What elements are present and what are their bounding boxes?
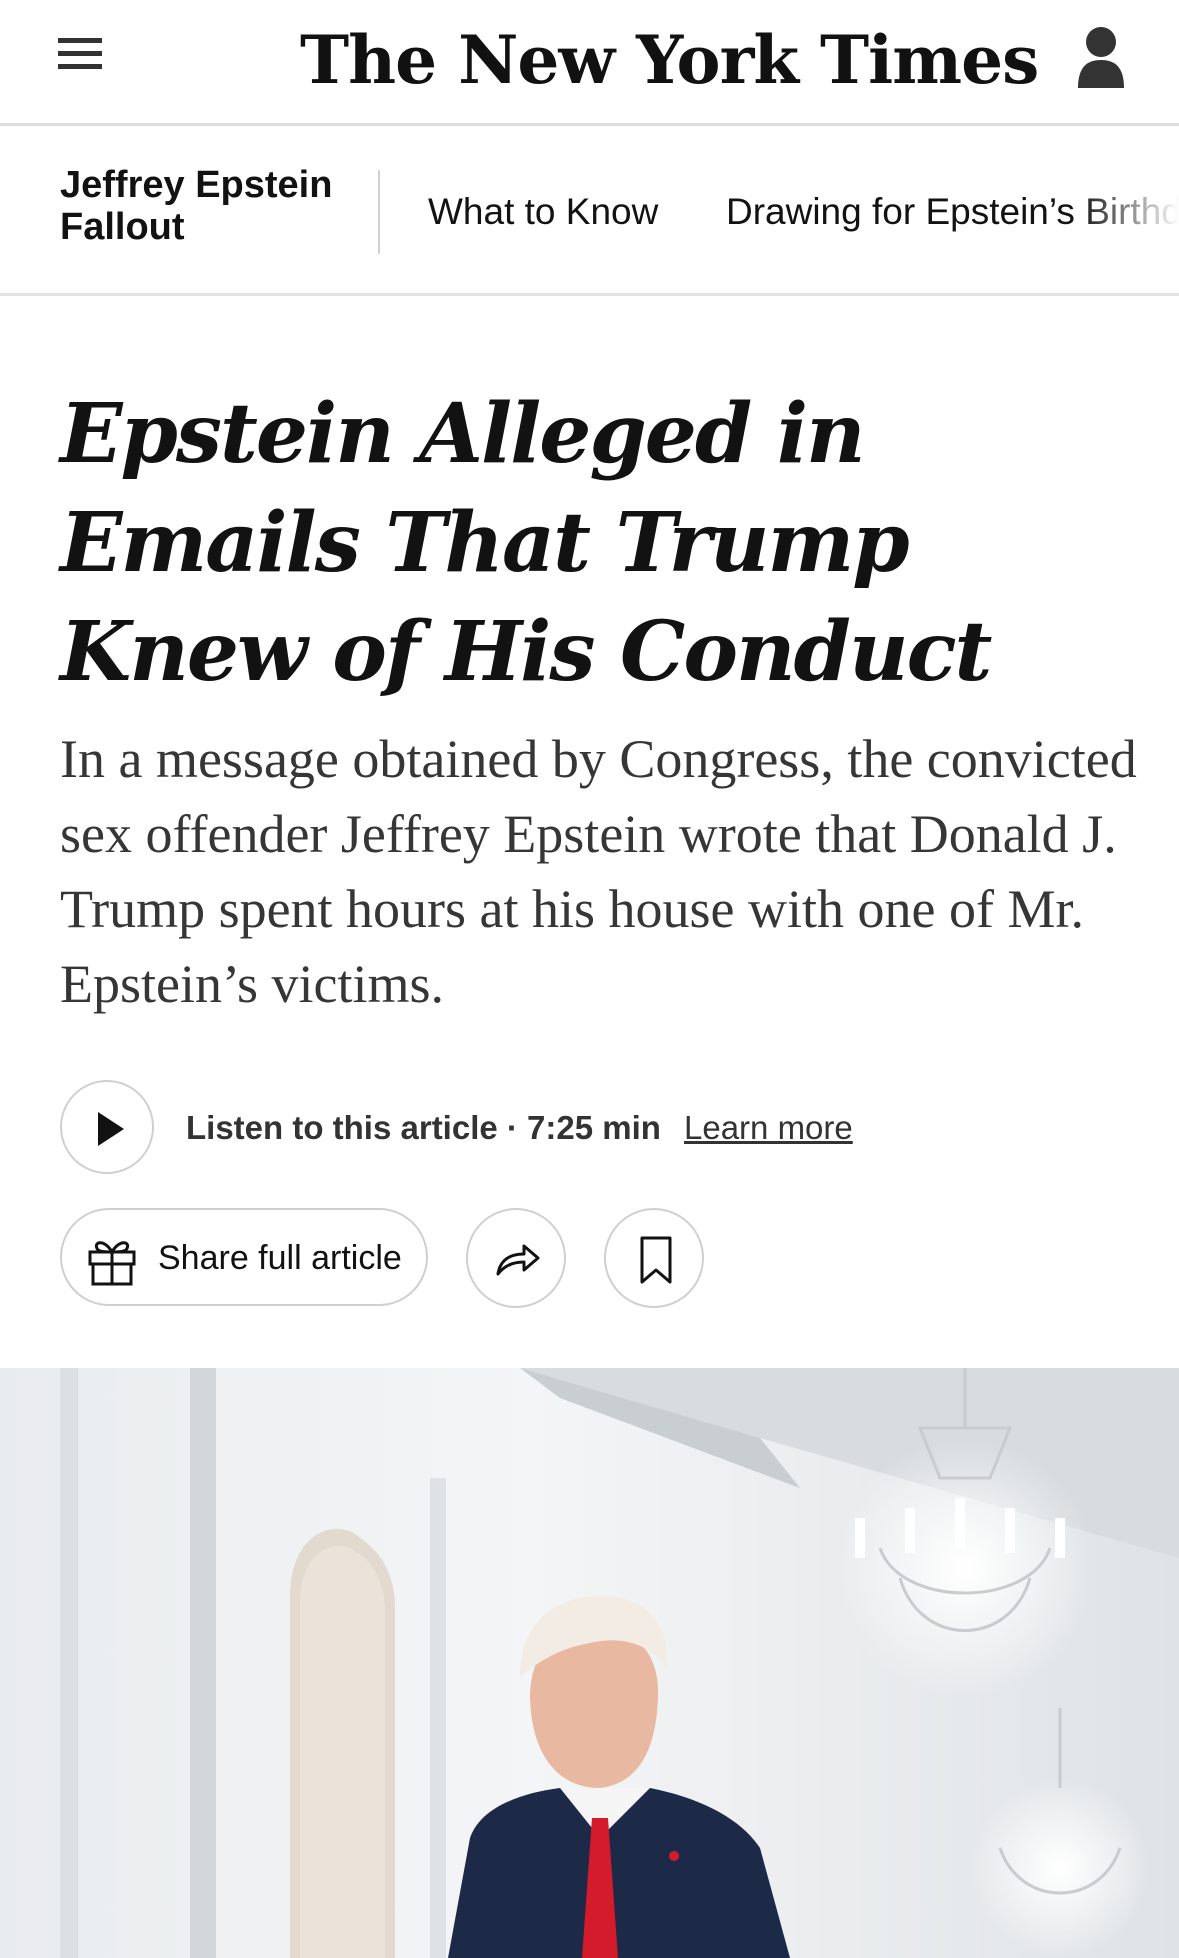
section-title[interactable]: Jeffrey Epstein Fallout <box>60 164 360 248</box>
bookmark-button[interactable] <box>604 1208 704 1308</box>
gift-icon <box>88 1241 136 1286</box>
article-summary: In a message obtained by Congress, the c… <box>60 729 1137 1014</box>
play-audio-button[interactable] <box>60 1080 154 1174</box>
masthead: The New York Times <box>0 0 1179 126</box>
listen-label: Listen to this article · 7:25 min <box>186 1109 661 1146</box>
share-arrow-icon <box>496 1244 540 1276</box>
article-lead-photo <box>0 1368 1179 1958</box>
bookmark-icon <box>640 1236 672 1284</box>
share-button[interactable] <box>466 1208 566 1308</box>
play-icon <box>98 1112 124 1146</box>
share-full-article-button[interactable]: Share full article <box>60 1208 428 1306</box>
share-full-article-label: Share full article <box>158 1239 402 1277</box>
nav-scroll-fade <box>1079 126 1179 293</box>
section-nav-bar: Jeffrey Epstein Fallout What to Know Dra… <box>0 126 1179 296</box>
learn-more-link[interactable]: Learn more <box>684 1106 853 1150</box>
user-account-icon[interactable] <box>1076 26 1126 90</box>
nav-link-what-to-know[interactable]: What to Know <box>428 190 658 234</box>
section-divider <box>378 170 380 254</box>
hamburger-menu-icon[interactable] <box>58 38 104 78</box>
nyt-logo[interactable]: The New York Times <box>300 10 1039 110</box>
article-headline: Epstein Alleged in Emails That Trump Kne… <box>60 386 992 700</box>
